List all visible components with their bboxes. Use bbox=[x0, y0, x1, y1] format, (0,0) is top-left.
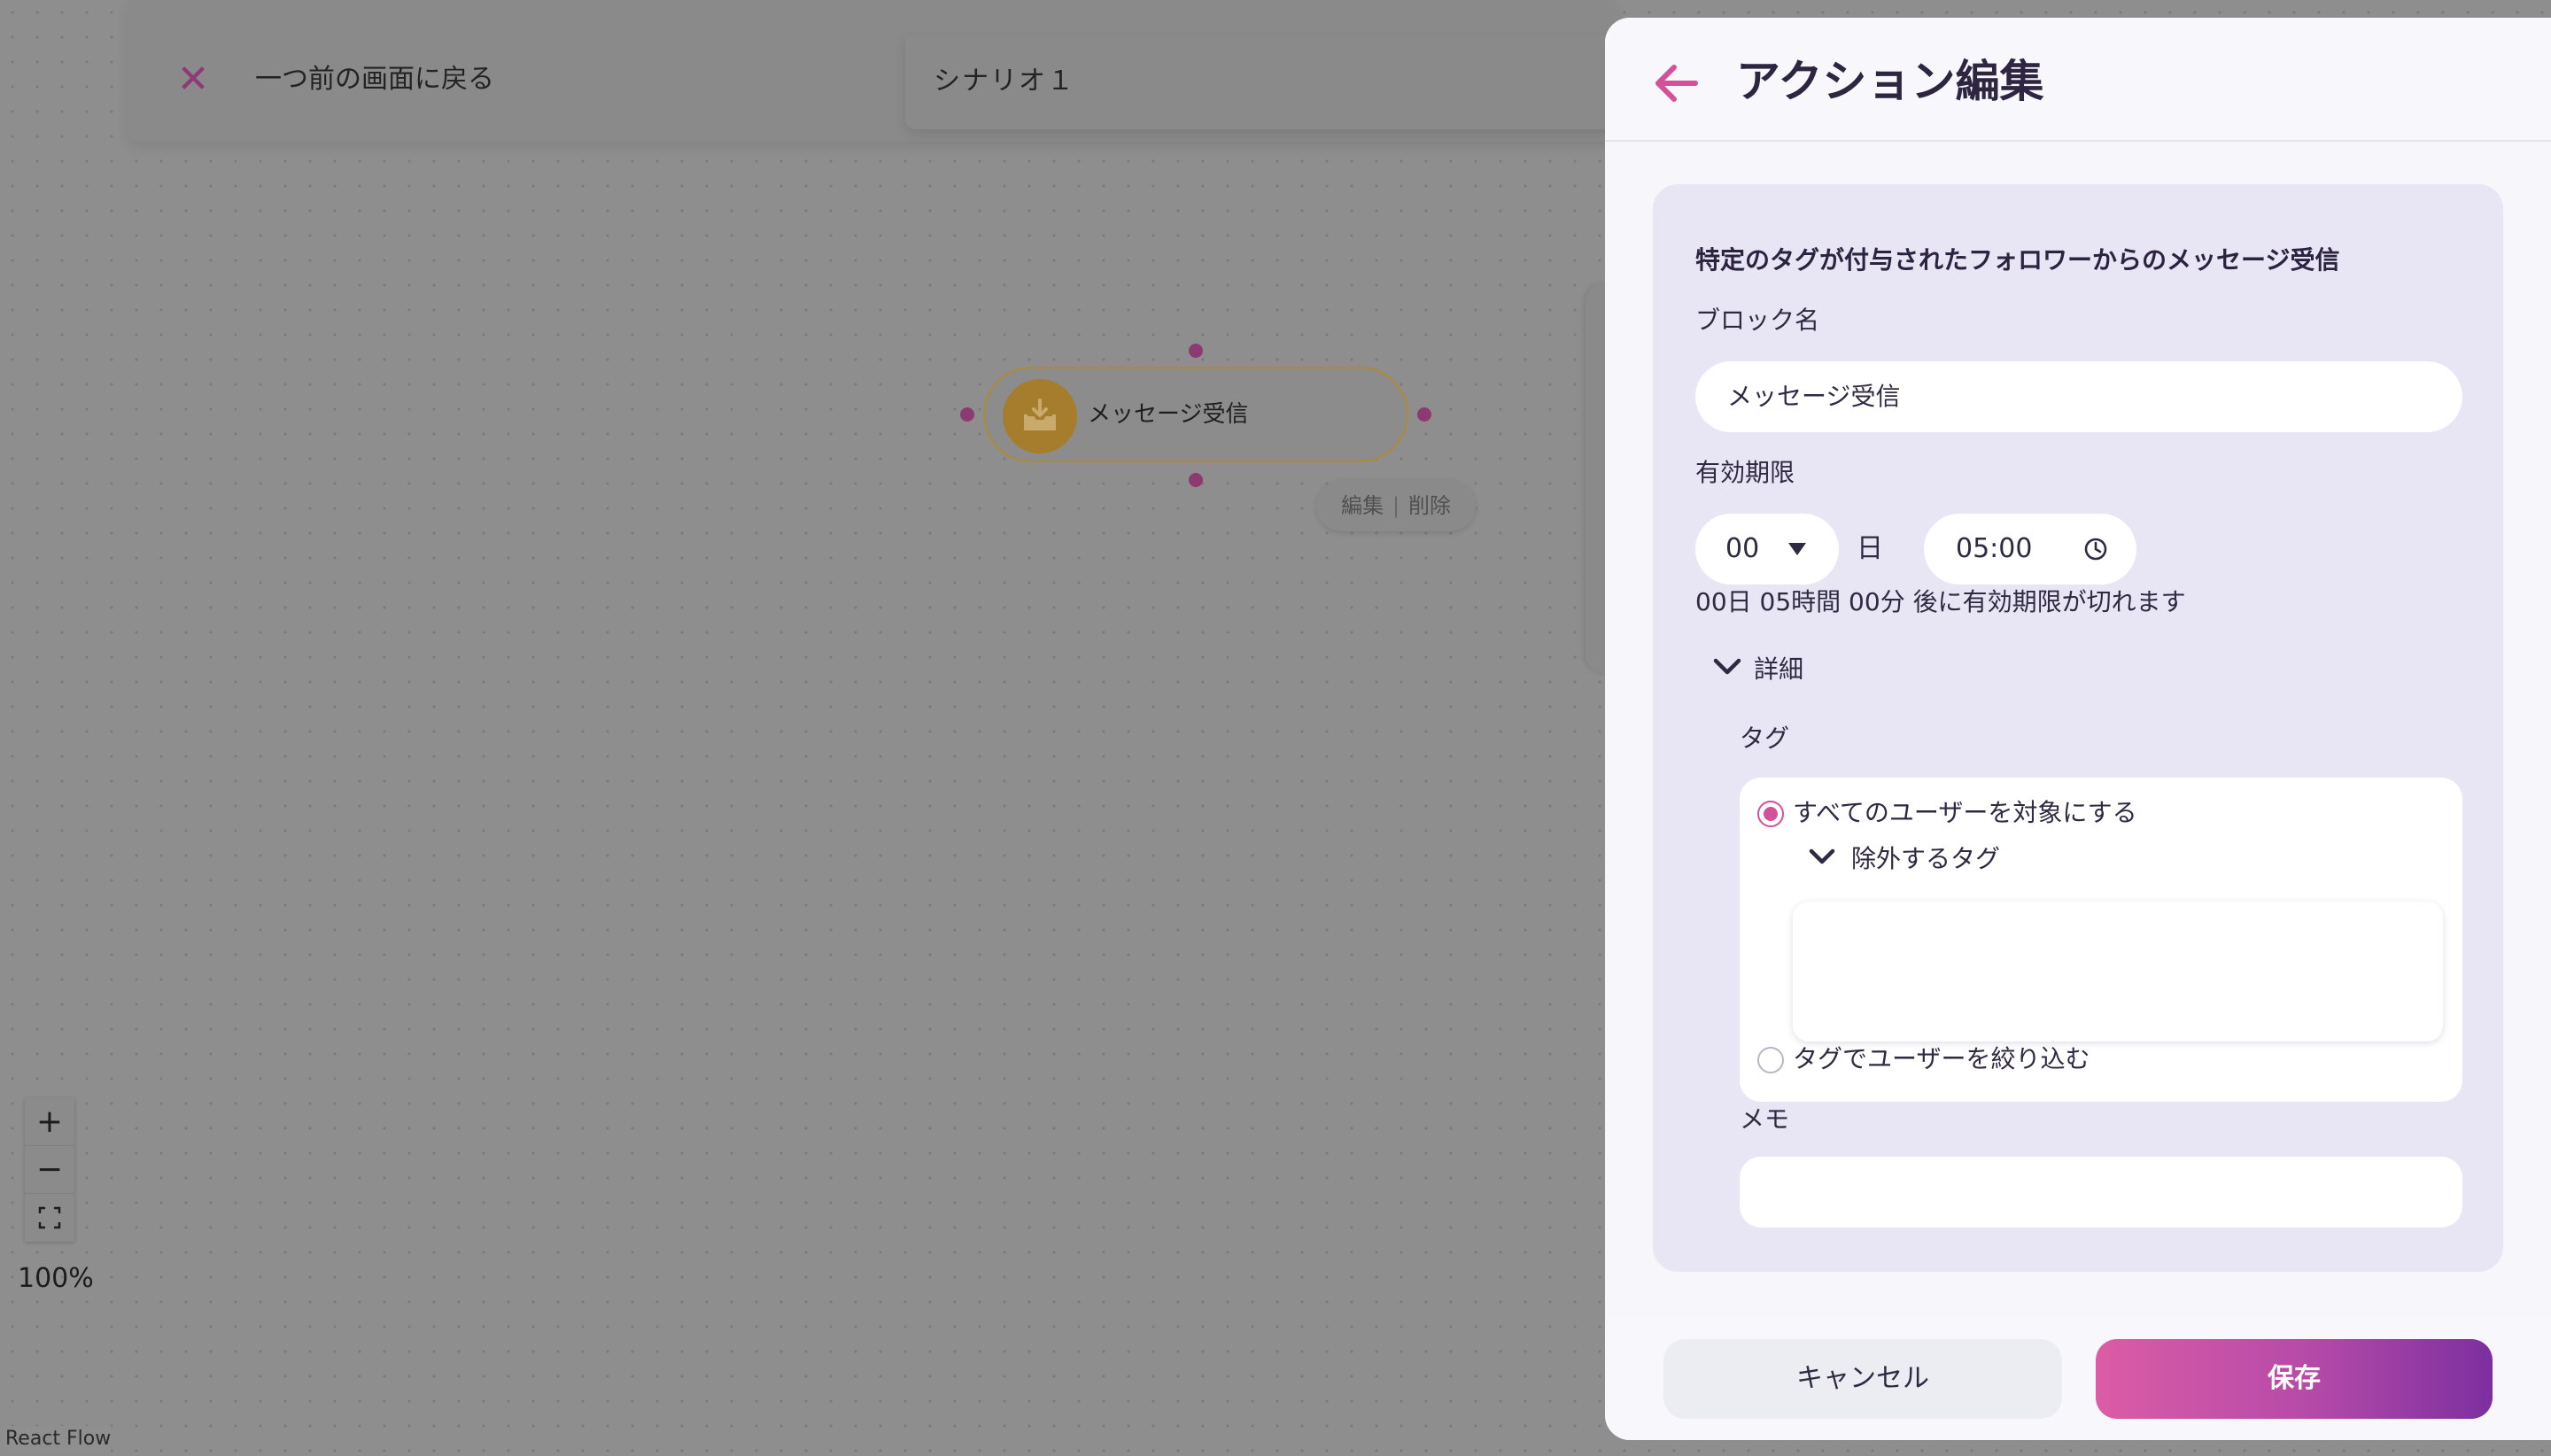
zoom-controls: + − bbox=[25, 1098, 74, 1242]
tag-options-box: すべてのユーザーを対象にする 除外するタグ タグでユーザーを絞り込む bbox=[1740, 778, 2462, 1102]
node-handle-right[interactable] bbox=[1417, 407, 1431, 422]
scenario-title[interactable]: シナリオ１ bbox=[934, 62, 1075, 101]
exclude-tags-field[interactable] bbox=[1793, 902, 2443, 1042]
radio-filter-by-tag[interactable] bbox=[1757, 1047, 1784, 1073]
clock-icon[interactable] bbox=[2083, 537, 2108, 561]
exclude-tags-toggle[interactable]: 除外するタグ bbox=[1851, 841, 2000, 877]
caret-down-icon bbox=[1788, 543, 1806, 555]
radio-all-users-label[interactable]: すべてのユーザーを対象にする bbox=[1793, 795, 2137, 831]
drawer-header: アクション編集 bbox=[1605, 18, 2551, 142]
inbox-download-icon bbox=[1003, 379, 1077, 453]
block-name-input[interactable]: メッセージ受信 bbox=[1695, 361, 2462, 432]
memo-label: メモ bbox=[1740, 1104, 1790, 1134]
node-handle-left[interactable] bbox=[960, 407, 974, 422]
memo-input[interactable] bbox=[1740, 1157, 2462, 1228]
expiry-days-unit: 日 bbox=[1857, 533, 1883, 564]
block-name-label: ブロック名 bbox=[1695, 306, 1820, 335]
node-handle-top[interactable] bbox=[1189, 344, 1203, 358]
action-form-card: 特定のタグが付与されたフォロワーからのメッセージ受信 ブロック名 メッセージ受信… bbox=[1653, 184, 2503, 1272]
zoom-out-button[interactable]: − bbox=[25, 1146, 74, 1194]
expiry-days-select[interactable]: 00 bbox=[1695, 514, 1839, 585]
expiry-summary: 00日 05時間 00分 後に有効期限が切れます bbox=[1695, 587, 2186, 616]
node-action-separator: | bbox=[1392, 493, 1400, 518]
chevron-down-icon[interactable] bbox=[1713, 657, 1741, 677]
save-button[interactable]: 保存 bbox=[2096, 1339, 2493, 1419]
fit-view-button[interactable] bbox=[25, 1194, 74, 1242]
zoom-level-text: 100% bbox=[18, 1263, 94, 1294]
action-edit-drawer: アクション編集 特定のタグが付与されたフォロワーからのメッセージ受信 ブロック名… bbox=[1605, 18, 2551, 1440]
radio-filter-by-tag-label[interactable]: タグでユーザーを絞り込む bbox=[1793, 1042, 2090, 1077]
expiry-time-value: 05:00 bbox=[1956, 533, 2033, 564]
node-edit-button[interactable]: 編集 bbox=[1341, 493, 1384, 518]
action-type-heading: 特定のタグが付与されたフォロワーからのメッセージ受信 bbox=[1695, 245, 2340, 275]
drawer-footer: キャンセル 保存 bbox=[1605, 1318, 2551, 1440]
fit-view-icon bbox=[38, 1206, 61, 1229]
cancel-button[interactable]: キャンセル bbox=[1663, 1339, 2062, 1419]
tag-label: タグ bbox=[1740, 724, 1790, 753]
expiry-label: 有効期限 bbox=[1695, 458, 1795, 487]
react-flow-attribution[interactable]: React Flow bbox=[5, 1426, 112, 1452]
node-delete-button[interactable]: 削除 bbox=[1408, 493, 1451, 518]
node-handle-bottom[interactable] bbox=[1189, 473, 1203, 487]
message-receive-node[interactable]: メッセージ受信 bbox=[983, 367, 1408, 462]
radio-all-users[interactable] bbox=[1757, 801, 1784, 827]
close-icon[interactable]: ✕ bbox=[174, 60, 213, 99]
node-action-bar: 編集 | 削除 bbox=[1316, 480, 1476, 531]
drawer-title: アクション編集 bbox=[1736, 56, 2044, 107]
expiry-days-value: 00 bbox=[1725, 533, 1760, 564]
back-link[interactable]: 一つ前の画面に戻る bbox=[255, 60, 494, 99]
node-label: メッセージ受信 bbox=[1088, 401, 1249, 428]
back-arrow-icon[interactable] bbox=[1649, 57, 1702, 110]
expiry-time-input[interactable]: 05:00 bbox=[1924, 514, 2136, 585]
zoom-in-button[interactable]: + bbox=[25, 1098, 74, 1146]
details-toggle[interactable]: 詳細 bbox=[1754, 652, 1803, 687]
chevron-down-icon[interactable] bbox=[1809, 848, 1835, 866]
